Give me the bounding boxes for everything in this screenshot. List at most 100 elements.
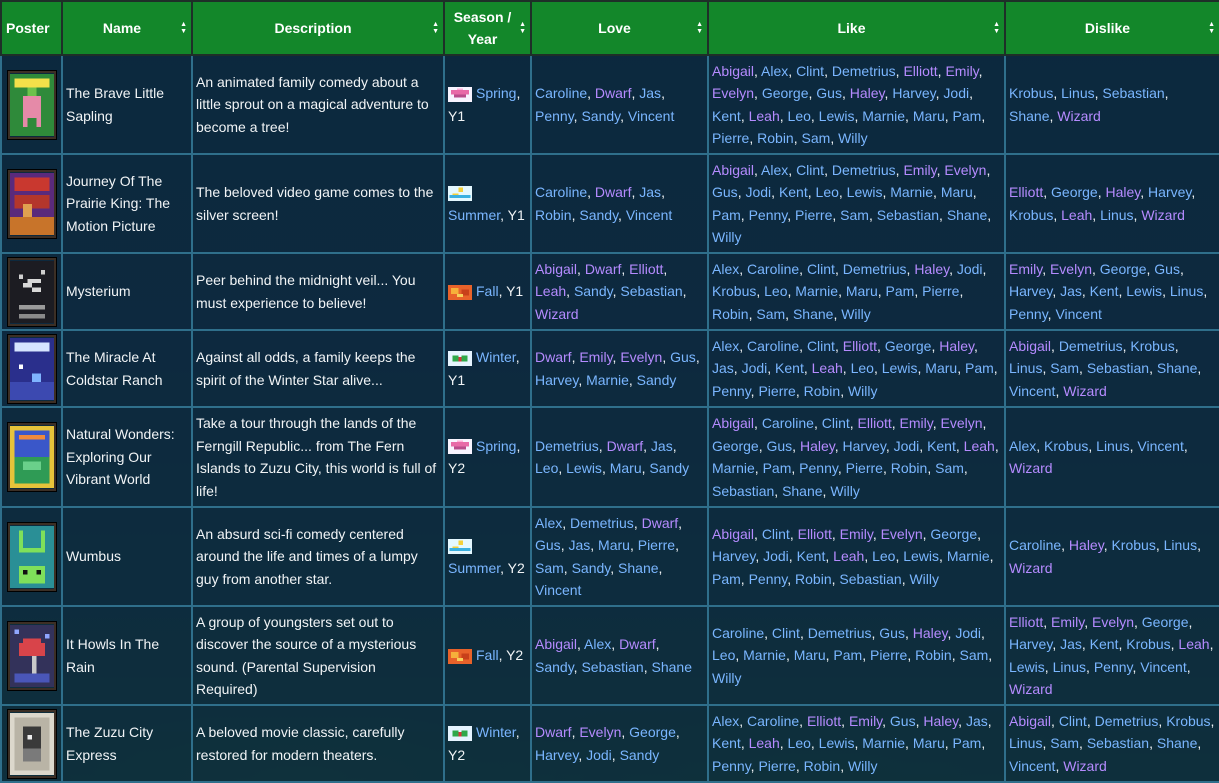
villager-link[interactable]: Leah [964,438,995,454]
villager-link[interactable]: Emily [1051,614,1084,630]
villager-link[interactable]: Elliott [1009,614,1043,630]
villager-link[interactable]: Gus [766,438,792,454]
villager-link[interactable]: Linus [1061,85,1094,101]
villager-link[interactable]: Linus [1170,283,1203,299]
villager-link[interactable]: Krobus [712,283,756,299]
villager-link[interactable]: George [712,438,759,454]
villager-link[interactable]: Vincent [1140,659,1186,675]
villager-link[interactable]: Harvey [1009,636,1052,652]
villager-link[interactable]: Vincent [535,582,581,598]
column-header-description[interactable]: Description ▲ ▼ [191,0,445,56]
villager-link[interactable]: Caroline [535,85,587,101]
villager-link[interactable]: Shane [652,659,692,675]
villager-link[interactable]: Robin [891,460,928,476]
villager-link[interactable]: Maru [794,647,826,663]
villager-link[interactable]: Linus [1164,537,1197,553]
villager-link[interactable]: Demetrius [535,438,599,454]
villager-link[interactable]: Pam [712,207,741,223]
movie-name[interactable]: It Howls In The Rain [66,636,159,675]
villager-link[interactable]: Demetrius [832,162,896,178]
villager-link[interactable]: Willy [712,670,742,686]
villager-link[interactable]: Abigail [1009,713,1051,729]
villager-link[interactable]: Maru [610,460,642,476]
villager-link[interactable]: Evelyn [941,415,983,431]
villager-link[interactable]: Pam [712,571,741,587]
villager-link[interactable]: Krobus [1130,338,1174,354]
villager-link[interactable]: Sandy [581,108,620,124]
villager-link[interactable]: Jas [966,713,988,729]
villager-link[interactable]: Pierre [638,537,675,553]
villager-link[interactable]: Sebastian [581,659,643,675]
villager-link[interactable]: Sebastian [620,283,682,299]
villager-link[interactable]: Sandy [620,747,660,763]
villager-link[interactable]: Robin [915,647,952,663]
villager-link[interactable]: Pam [833,647,862,663]
villager-link[interactable]: Evelyn [579,724,621,740]
villager-link[interactable]: Linus [1009,360,1042,376]
villager-link[interactable]: Robin [804,383,841,399]
villager-link[interactable]: Sandy [649,460,689,476]
villager-link[interactable]: Alex [712,261,739,277]
villager-link[interactable]: Vincent [1055,306,1101,322]
column-header-season-year[interactable]: Season / Year ▲ ▼ [443,0,532,56]
zuzu-express-poster-icon[interactable] [7,709,56,778]
villager-link[interactable]: Elliott [843,338,877,354]
villager-link[interactable]: Sebastian [712,483,774,499]
villager-link[interactable]: Leo [788,735,811,751]
natural-wonders-poster-icon[interactable] [7,423,56,491]
villager-link[interactable]: Shane [793,306,833,322]
villager-link[interactable]: Haley [914,261,949,277]
villager-link[interactable]: Sandy [579,207,618,223]
sapling-poster-icon[interactable] [7,70,56,139]
villager-link[interactable]: Elliott [798,526,832,542]
villager-link[interactable]: Wizard [1009,560,1053,576]
villager-link[interactable]: Sebastian [839,571,901,587]
villager-link[interactable]: Jas [1060,636,1082,652]
villager-link[interactable]: Emily [579,349,612,365]
villager-link[interactable]: Jodi [745,184,771,200]
season-link[interactable]: Winter [476,724,516,740]
villager-link[interactable]: Wizard [1063,758,1107,774]
villager-link[interactable]: Lewis [566,460,602,476]
villager-link[interactable]: Krobus [1009,207,1053,223]
movie-name[interactable]: Wumbus [66,548,121,564]
villager-link[interactable]: Marnie [947,548,990,564]
villager-link[interactable]: Kent [712,735,741,751]
villager-link[interactable]: Krobus [1009,85,1053,101]
villager-link[interactable]: Sebastian [877,207,939,223]
villager-link[interactable]: Gus [879,625,905,641]
villager-link[interactable]: Harvey [1009,283,1052,299]
villager-link[interactable]: Leah [749,108,780,124]
villager-link[interactable]: Dwarf [642,515,679,531]
villager-link[interactable]: Maru [913,735,945,751]
villager-link[interactable]: Alex [761,162,788,178]
villager-link[interactable]: Dwarf [595,184,632,200]
villager-link[interactable]: Linus [1100,207,1133,223]
villager-link[interactable]: Leah [833,548,864,564]
villager-link[interactable]: Pam [953,108,982,124]
villager-link[interactable]: Gus [670,349,696,365]
villager-link[interactable]: Penny [1009,306,1048,322]
villager-link[interactable]: Wizard [1057,108,1101,124]
villager-link[interactable]: Jodi [894,438,920,454]
villager-link[interactable]: Vincent [628,108,674,124]
villager-link[interactable]: Krobus [1166,713,1210,729]
villager-link[interactable]: Abigail [535,636,577,652]
villager-link[interactable]: Demetrius [570,515,634,531]
villager-link[interactable]: Leah [812,360,843,376]
season-link[interactable]: Spring [476,85,516,101]
villager-link[interactable]: Leo [788,108,811,124]
villager-link[interactable]: Leo [712,647,735,663]
villager-link[interactable]: Lewis [903,548,939,564]
villager-link[interactable]: Caroline [747,338,799,354]
villager-link[interactable]: Haley [850,85,885,101]
villager-link[interactable]: Demetrius [832,63,896,79]
villager-link[interactable]: Demetrius [843,261,907,277]
villager-link[interactable]: Leo [872,548,895,564]
villager-link[interactable]: Elliott [807,713,841,729]
season-link[interactable]: Fall [476,283,499,299]
villager-link[interactable]: Alex [712,713,739,729]
sort-icon[interactable]: ▲ ▼ [1208,21,1215,35]
villager-link[interactable]: Penny [749,207,788,223]
sort-icon[interactable]: ▲ ▼ [432,21,439,35]
